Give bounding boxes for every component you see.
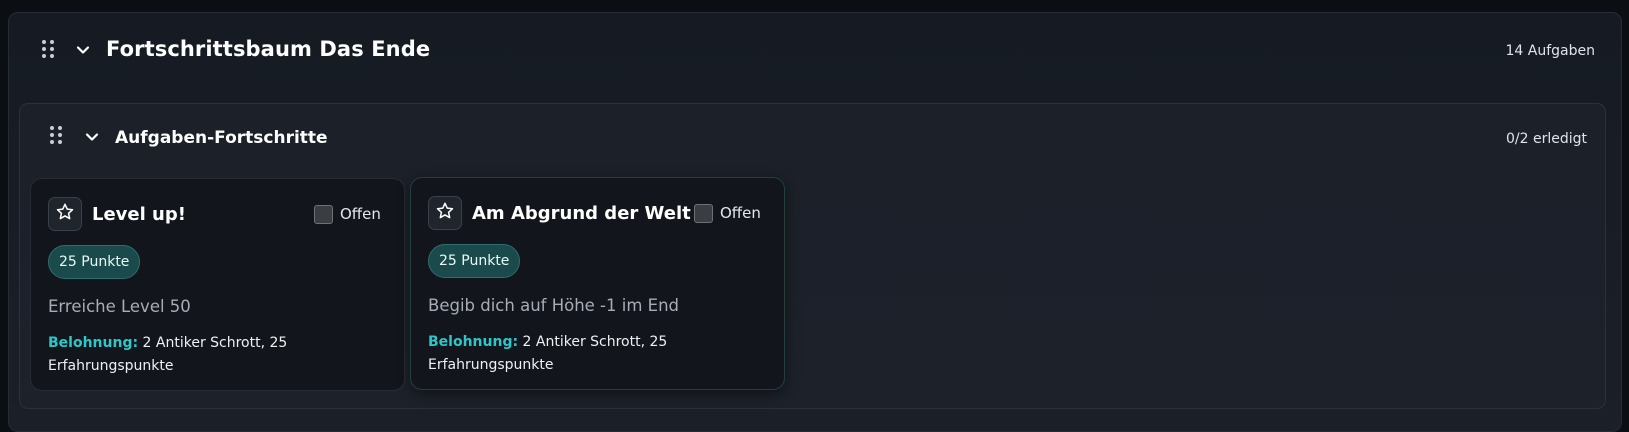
quest-title: Level up! xyxy=(92,204,186,225)
points-badge: 25 Punkte xyxy=(428,244,521,278)
reward-label: Belohnung: xyxy=(428,334,519,350)
drag-handle-icon[interactable] xyxy=(42,40,54,58)
quest-card: Level up! Offen 25 Punkte Erreiche Level… xyxy=(30,178,405,391)
reward-info: Belohnung: 2 Antiker Schrott, 25 Erfahru… xyxy=(428,331,688,377)
status-label: Offen xyxy=(340,205,381,223)
star-icon xyxy=(435,201,455,225)
quest-tree-title: Fortschrittsbaum Das Ende xyxy=(106,37,431,61)
status-checkbox[interactable] xyxy=(314,205,333,224)
quest-description: Begib dich auf Höhe -1 im End xyxy=(428,296,680,315)
points-badge: 25 Punkte xyxy=(48,245,141,279)
chevron-down-icon[interactable] xyxy=(76,43,90,57)
completed-count: 0/2 erledigt xyxy=(1505,131,1587,147)
reward-label: Belohnung: xyxy=(48,335,139,351)
status-checkbox[interactable] xyxy=(694,204,713,223)
star-icon xyxy=(55,202,75,226)
drag-handle-icon[interactable] xyxy=(50,126,62,144)
quest-description: Erreiche Level 50 xyxy=(48,297,191,316)
reward-info: Belohnung: 2 Antiker Schrott, 25 Erfahru… xyxy=(48,332,308,378)
quest-count: 14 Aufgaben xyxy=(1505,43,1595,59)
chevron-down-icon[interactable] xyxy=(85,130,99,144)
quest-card: Am Abgrund der Welt Offen 25 Punkte Begi… xyxy=(410,177,785,390)
favorite-button[interactable] xyxy=(428,196,462,230)
group-title: Aufgaben-Fortschritte xyxy=(115,128,328,148)
status-label: Offen xyxy=(720,204,761,222)
quest-title: Am Abgrund der Welt xyxy=(472,203,691,224)
favorite-button[interactable] xyxy=(48,197,82,231)
